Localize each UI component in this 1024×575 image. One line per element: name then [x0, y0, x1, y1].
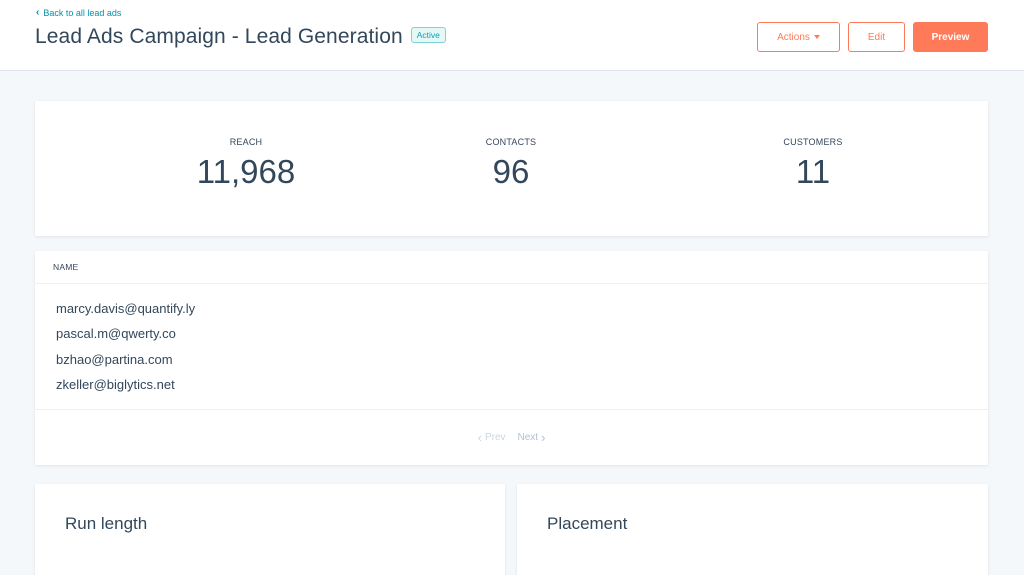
- status-badge: Active: [410, 27, 446, 43]
- preview-button[interactable]: Preview: [913, 22, 988, 52]
- table-row[interactable]: zkeller@biglytics.net: [56, 372, 988, 397]
- stat-contacts: CONTACTS 96: [411, 137, 611, 191]
- title-row: Lead Ads Campaign - Lead Generation Acti…: [35, 25, 446, 49]
- run-length-title: Run length: [65, 514, 148, 533]
- edit-button-label: Edit: [867, 31, 886, 43]
- contacts-list: marcy.davis@quantify.ly pascal.m@qwerty.…: [35, 284, 988, 397]
- actions-dropdown-button[interactable]: Actions: [757, 22, 840, 52]
- stat-customers: CUSTOMERS 11: [713, 137, 913, 191]
- stat-reach: REACH 11,968: [146, 137, 346, 191]
- table-row[interactable]: marcy.davis@quantify.ly: [56, 296, 988, 321]
- pagination: ‹ Prev Next ›: [35, 409, 988, 465]
- page-header: ‹ Back to all lead ads Lead Ads Campaign…: [0, 0, 1024, 71]
- stat-label: CONTACTS: [485, 137, 537, 147]
- stat-label: REACH: [229, 137, 263, 147]
- chevron-left-icon: ‹: [477, 430, 482, 445]
- back-link-label: Back to all lead ads: [43, 8, 122, 18]
- chevron-right-icon: ›: [541, 430, 546, 445]
- edit-button[interactable]: Edit: [848, 22, 905, 52]
- chevron-left-icon: ‹: [36, 7, 40, 18]
- page-title: Lead Ads Campaign - Lead Generation: [35, 25, 403, 48]
- prev-page-button[interactable]: ‹ Prev: [478, 431, 506, 444]
- table-row[interactable]: pascal.m@qwerty.co: [56, 321, 988, 346]
- stats-card: REACH 11,968 CONTACTS 96 CUSTOMERS 11: [35, 101, 988, 236]
- placement-card: Placement: [517, 484, 988, 575]
- prev-label: Prev: [484, 432, 506, 443]
- back-to-lead-ads-link[interactable]: ‹ Back to all lead ads: [36, 7, 122, 19]
- column-header-name[interactable]: NAME: [35, 251, 988, 284]
- contacts-table-card: NAME marcy.davis@quantify.ly pascal.m@qw…: [35, 251, 988, 465]
- stat-label: CUSTOMERS: [783, 137, 843, 147]
- caret-down-icon: [813, 35, 820, 39]
- placement-title: Placement: [547, 514, 628, 533]
- next-label: Next: [517, 432, 539, 443]
- run-length-card: Run length: [35, 484, 505, 575]
- stat-value: 11,968: [196, 153, 296, 190]
- actions-button-label: Actions: [777, 31, 810, 43]
- stat-value: 11: [795, 153, 831, 190]
- next-page-button[interactable]: Next ›: [518, 431, 546, 444]
- preview-button-label: Preview: [931, 31, 970, 43]
- stat-value: 96: [492, 153, 530, 190]
- table-row[interactable]: bzhao@partina.com: [56, 347, 988, 372]
